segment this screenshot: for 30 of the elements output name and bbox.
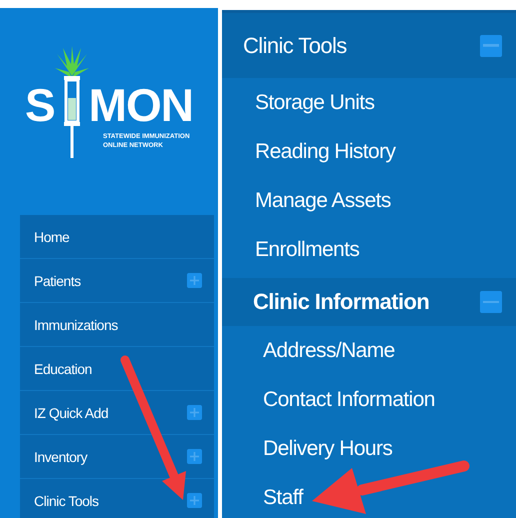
submenu-link[interactable]: Enrollments <box>255 238 360 262</box>
plus-icon <box>190 276 199 285</box>
submenu-section-header[interactable]: Clinic Information <box>222 278 516 326</box>
sidebar-item[interactable]: Home <box>20 215 214 259</box>
sidebar-item[interactable]: IZ Quick Add <box>20 391 214 435</box>
sidebar-item[interactable]: Clinic Tools <box>20 479 214 518</box>
plus-icon <box>190 408 199 417</box>
submenu-header[interactable]: Clinic Tools <box>222 13 516 78</box>
submenu-link[interactable]: Manage Assets <box>255 188 391 212</box>
sidebar-item[interactable]: Education <box>20 347 214 391</box>
submenu-link[interactable]: Reading History <box>255 140 396 164</box>
collapse-button[interactable] <box>480 34 502 56</box>
sidebar-item[interactable]: Patients <box>20 259 214 303</box>
minus-icon <box>483 44 499 47</box>
minus-icon <box>483 300 499 304</box>
section-title: Clinic Information <box>253 289 430 315</box>
submenu-link[interactable]: Delivery Hours <box>263 436 392 460</box>
expand-button[interactable] <box>187 273 202 288</box>
expand-button[interactable] <box>187 405 202 420</box>
expand-button[interactable] <box>187 493 202 508</box>
sidebar-item[interactable]: Immunizations <box>20 303 214 347</box>
expand-button[interactable] <box>187 449 202 464</box>
submenu-link[interactable]: Staff <box>263 486 303 510</box>
submenu-link[interactable]: Contact Information <box>263 388 435 412</box>
collapse-button[interactable] <box>480 291 502 313</box>
plus-icon <box>190 452 199 461</box>
sidebar-item[interactable]: Inventory <box>20 435 214 479</box>
plus-icon <box>190 496 199 505</box>
submenu-link[interactable]: Storage Units <box>255 90 374 114</box>
submenu-link[interactable]: Address/Name <box>263 338 395 362</box>
